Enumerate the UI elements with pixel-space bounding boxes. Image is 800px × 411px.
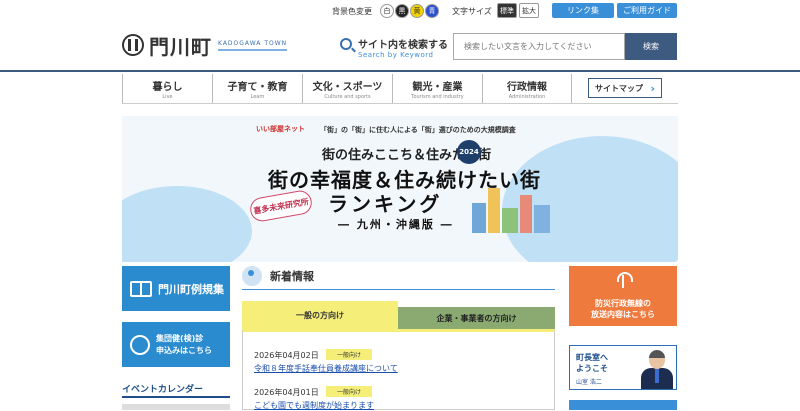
search-title: サイト内を検索する [358, 40, 448, 51]
mayor-portrait [638, 348, 676, 389]
news-date: 2026年04月02日 [254, 351, 319, 360]
font-size-label: 文字サイズ [452, 7, 492, 16]
mayor-name: 山室 浩二 [576, 379, 602, 386]
banner-research-badge: 喜多未来研究所 [248, 188, 314, 224]
disaster-radio-button[interactable]: 防災行政無線の 放送内容はこちら [569, 266, 677, 326]
news-item: 2026年04月01日 一般向け こども園でも週制度が始まります [254, 386, 374, 410]
calendar-strip [122, 404, 230, 410]
town-emblem-icon [122, 34, 144, 56]
nav-sublabel: Administration [508, 93, 546, 100]
font-large-button[interactable]: 拡大 [519, 3, 539, 18]
bg-color-label: 背景色変更 [332, 7, 372, 16]
top-utility-bar: 背景色変更 白 黒 黄 青 文字サイズ 標準 拡大 リンク集 ご利用ガイド [0, 0, 800, 22]
font-standard-button[interactable]: 標準 [497, 3, 517, 18]
divider [122, 396, 230, 398]
antenna-icon [617, 272, 633, 288]
news-tag: 一般向け [326, 386, 372, 397]
news-link[interactable]: こども園でも週制度が始まります [254, 400, 374, 411]
sitemap-button[interactable]: サイトマップ [588, 78, 662, 98]
banner-decoration [122, 186, 252, 262]
site-logo[interactable]: 門川町 KADOGAWA TOWN [122, 32, 288, 59]
checkup-label-1: 集団健(検)診 [156, 333, 204, 343]
nav-sublabel: Culture and sports [324, 93, 371, 100]
mayor-label-2: ようこそ [576, 364, 608, 373]
nav-item-administration[interactable]: 行政情報 Administration [482, 74, 572, 103]
nav-sublabel: Live [162, 93, 173, 100]
right-banner-strip[interactable] [569, 400, 677, 410]
nav-item-living[interactable]: 暮らし Live [122, 74, 212, 103]
disaster-label-2: 放送内容はこちら [591, 310, 655, 319]
nav-sublabel: Tourism and industry [411, 93, 464, 100]
health-checkup-button[interactable]: 集団健(検)診 申込みはこちら [122, 322, 230, 367]
nav-label: 子育て・教育 [227, 81, 288, 93]
global-nav: 暮らし Live 子育て・教育 Learn 文化・スポーツ Culture an… [122, 74, 678, 104]
disaster-label-1: 防災行政無線の [595, 299, 651, 308]
tab-general[interactable]: 一般の方向け [242, 301, 398, 329]
event-calendar-heading[interactable]: イベントカレンダー [122, 382, 203, 395]
news-item: 2026年04月02日 一般向け 令和８年度手話奉仕員養成講座について [254, 349, 398, 373]
mayor-office-banner[interactable]: 町長室へ ようこそ 山室 浩二 [569, 345, 677, 390]
regulations-button[interactable]: 門川町例規集 [122, 266, 230, 311]
mayor-label-1: 町長室へ [576, 353, 608, 362]
nav-label: 観光・産業 [412, 81, 463, 93]
logo-name: 門川町 [149, 34, 212, 59]
divider [242, 289, 555, 290]
news-date: 2026年04月01日 [254, 388, 319, 397]
news-link[interactable]: 令和８年度手話奉仕員養成講座について [254, 363, 398, 374]
bg-black-button[interactable]: 黒 [395, 4, 409, 18]
news-dot-icon [242, 266, 262, 286]
nav-item-tourism[interactable]: 観光・産業 Tourism and industry [392, 74, 482, 103]
search-subtitle: Search by Keyword [358, 51, 434, 59]
nav-sublabel: Learn [250, 93, 265, 100]
nav-item-culture[interactable]: 文化・スポーツ Culture and sports [302, 74, 392, 103]
guide-button[interactable]: ご利用ガイド [617, 3, 677, 18]
stethoscope-icon [130, 334, 150, 355]
links-button[interactable]: リンク集 [552, 3, 614, 18]
nav-label: 暮らし [152, 81, 183, 93]
banner-region: ― 九州・沖縄版 ― [338, 218, 454, 231]
news-tag: 一般向け [326, 349, 372, 360]
bg-blue-button[interactable]: 青 [425, 4, 439, 18]
news-heading: 新着情報 [242, 266, 314, 286]
bg-yellow-button[interactable]: 黄 [410, 4, 424, 18]
search-icon [340, 38, 352, 50]
search-input[interactable] [453, 33, 625, 60]
banner-brand: いい部屋ネット [256, 125, 305, 133]
regulations-label: 門川町例規集 [158, 282, 224, 296]
news-title: 新着情報 [270, 270, 314, 283]
search-button[interactable]: 検索 [625, 33, 677, 60]
book-icon [130, 280, 152, 297]
tab-business[interactable]: 企業・事業者の方向け [398, 307, 555, 329]
bg-white-button[interactable]: 白 [380, 4, 394, 18]
checkup-label-2: 申込みはこちら [156, 345, 212, 355]
banner-title-ranking: ランキング [328, 192, 443, 216]
hero-banner[interactable]: いい部屋ネット 「街」の「街」に住む人による「街」選びのための大規模調査 街の住… [122, 116, 678, 262]
banner-caption: 「街」の「街」に住む人による「街」選びのための大規模調査 [320, 126, 516, 134]
logo-subtitle: KADOGAWA TOWN [218, 40, 288, 51]
nav-label: 行政情報 [507, 81, 547, 93]
city-illustration [472, 178, 552, 233]
nav-item-education[interactable]: 子育て・教育 Learn [212, 74, 302, 103]
site-header: 門川町 KADOGAWA TOWN サイト内を検索する Search by Ke… [0, 22, 800, 72]
banner-year-badge: 2024 [457, 140, 481, 164]
nav-label: 文化・スポーツ [312, 81, 383, 93]
search-heading: サイト内を検索する Search by Keyword [340, 36, 448, 59]
